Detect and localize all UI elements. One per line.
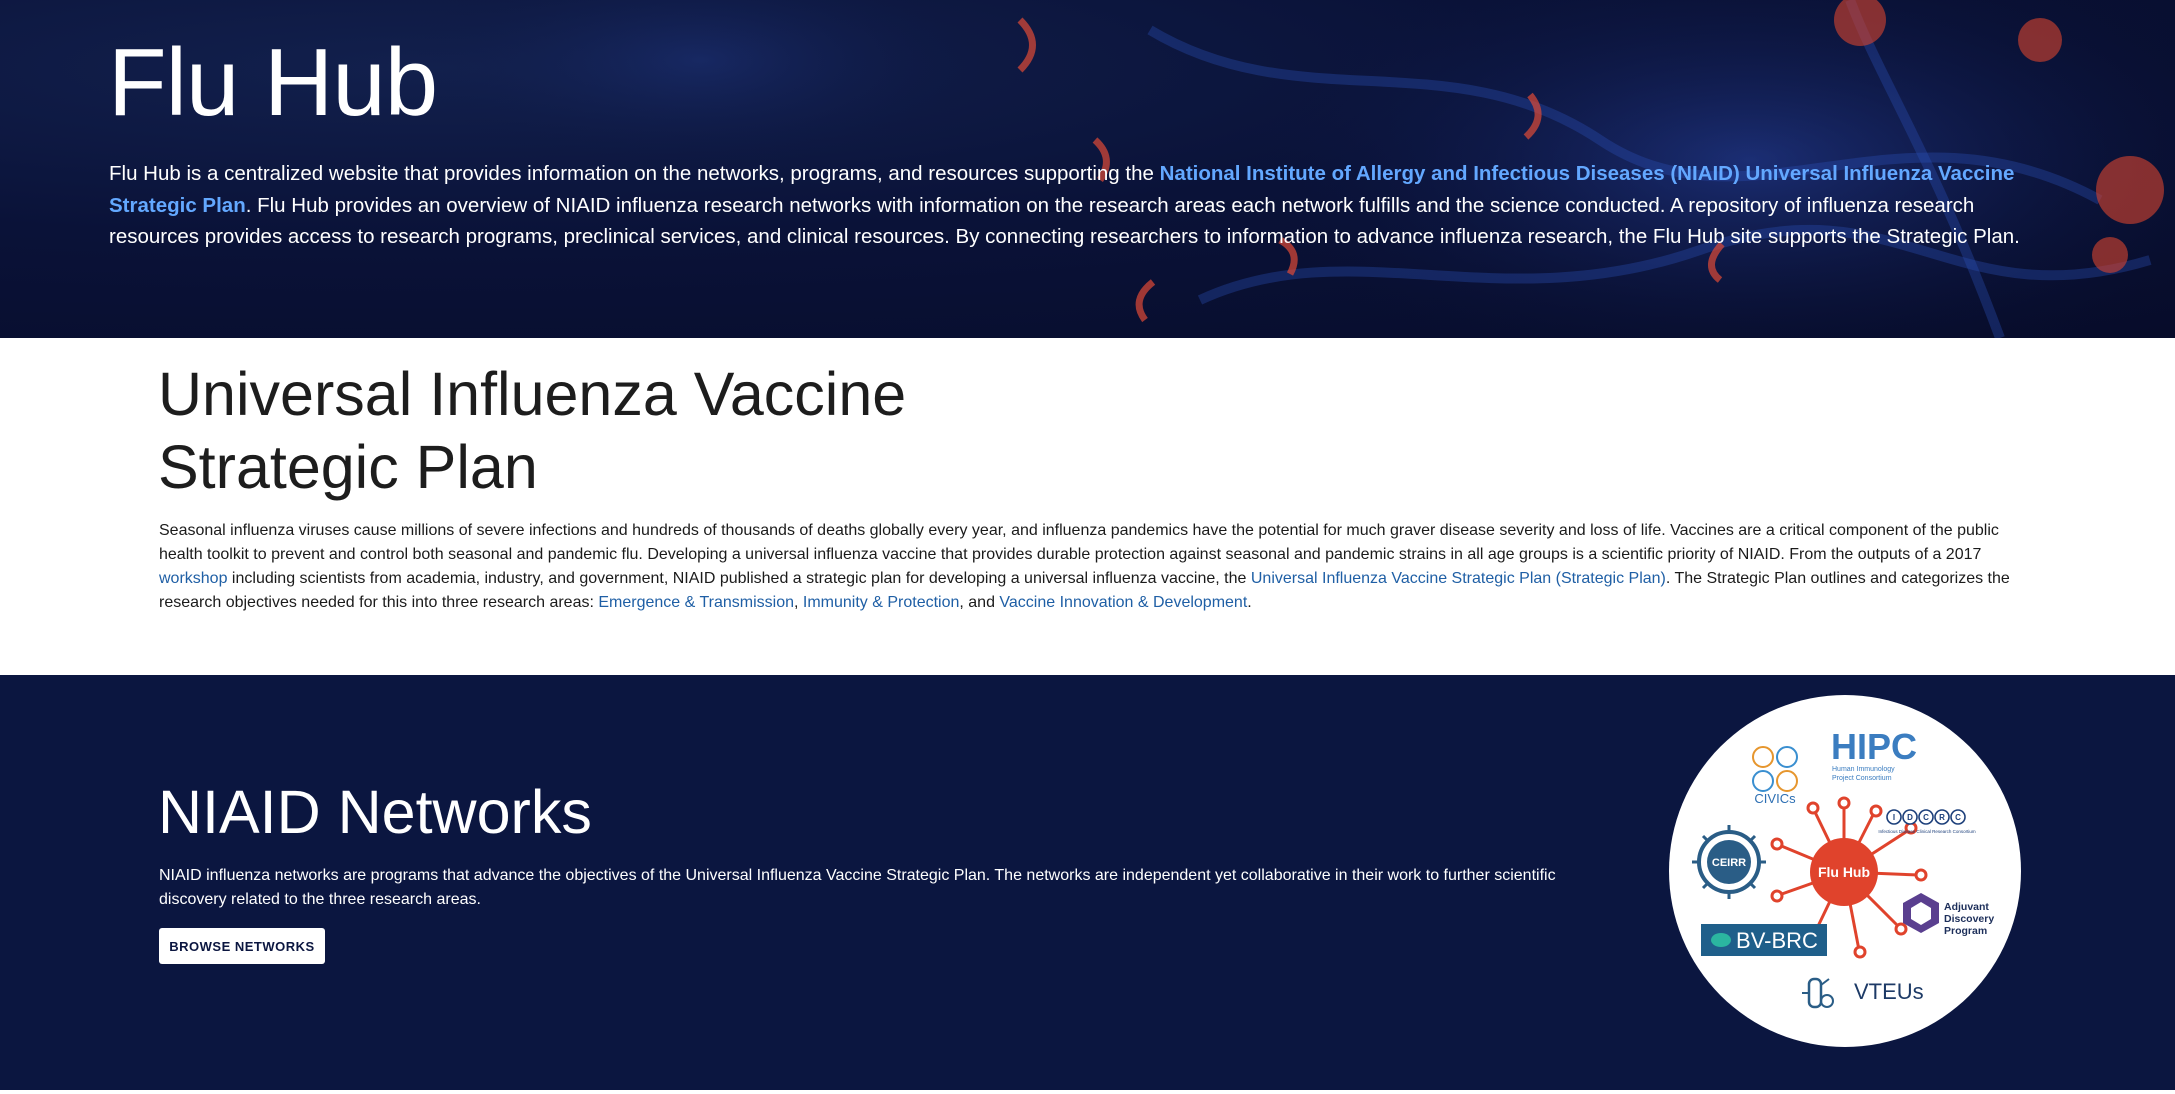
hipc-label: HIPC (1831, 726, 1917, 767)
adjuvant-label: Adjuvant (1944, 901, 1989, 913)
hipc-subtitle: Human Immunology (1832, 766, 1895, 773)
hero-banner: Flu Hub Flu Hub is a centralized website… (0, 0, 2175, 338)
description-text: including scientists from academia, indu… (227, 570, 1251, 587)
immunity-protection-link[interactable]: Immunity & Protection (803, 594, 960, 611)
section-description: Seasonal influenza viruses cause million… (159, 519, 2029, 615)
ceirr-label: CEIRR (1712, 857, 1746, 869)
separator-text: , (794, 594, 803, 611)
strategic-plan-document-link[interactable]: Universal Influenza Vaccine Strategic Pl… (1251, 570, 1666, 587)
description-text: Seasonal influenza viruses cause million… (159, 522, 1999, 563)
civics-label: CIVICs (1754, 791, 1796, 806)
hipc-logo: HIPC Human Immunology Project Consortium (1831, 726, 1917, 782)
workshop-link[interactable]: workshop (159, 570, 227, 587)
hero-description-text: . Flu Hub provides an overview of NIAID … (109, 193, 2020, 249)
browse-networks-button[interactable]: BROWSE NETWORKS (159, 928, 325, 964)
networks-diagram: Flu Hub CIVICs HIPC Human Immunology Pro… (1669, 695, 2021, 1047)
emergence-transmission-link[interactable]: Emergence & Transmission (598, 594, 794, 611)
adjuvant-label: Program (1944, 925, 1987, 937)
vteus-logo: VTEUs (1802, 977, 1924, 1009)
svg-text:I: I (1893, 813, 1895, 822)
hero-description-text: Flu Hub is a centralized website that pr… (109, 162, 1160, 185)
section-title: Universal Influenza Vaccine Strategic Pl… (158, 360, 907, 501)
hero-description: Flu Hub is a centralized website that pr… (109, 158, 2039, 253)
svg-text:D: D (1907, 813, 1913, 822)
svg-text:C: C (1955, 813, 1961, 822)
hipc-subtitle: Project Consortium (1832, 775, 1892, 782)
section-title: NIAID Networks (158, 778, 592, 846)
svg-text:R: R (1939, 813, 1945, 822)
vaccine-innovation-link[interactable]: Vaccine Innovation & Development (999, 594, 1247, 611)
separator-text: . (1247, 594, 1252, 611)
hub-center-label: Flu Hub (1818, 864, 1870, 880)
adjuvant-discovery-logo: Adjuvant Discovery Program (1903, 893, 1994, 937)
ceirr-logo: CEIRR (1692, 825, 1766, 899)
networks-section: NIAID Networks NIAID influenza networks … (0, 675, 2175, 1090)
bvbrc-logo: BV-BRC (1701, 924, 1827, 956)
adjuvant-label: Discovery (1944, 913, 1994, 925)
strategic-plan-section: Universal Influenza Vaccine Strategic Pl… (0, 338, 2175, 675)
idcrc-subtitle: Infectious Disease Clinical Research Con… (1878, 829, 1976, 834)
networks-hub-graphic: Flu Hub CIVICs HIPC Human Immunology Pro… (1692, 726, 1994, 1009)
civics-logo: CIVICs (1752, 746, 1798, 806)
bvbrc-label: BV-BRC (1736, 928, 1818, 953)
page-bottom-edge (0, 1090, 2175, 1094)
page-title: Flu Hub (108, 29, 438, 136)
idcrc-logo: I D C R C Infectious Disease Clinical Resear… (1878, 809, 1976, 834)
section-description: NIAID influenza networks are programs th… (159, 867, 1556, 908)
svg-text:C: C (1923, 813, 1929, 822)
separator-text: , and (959, 594, 1000, 611)
vteus-label: VTEUs (1854, 979, 1924, 1004)
